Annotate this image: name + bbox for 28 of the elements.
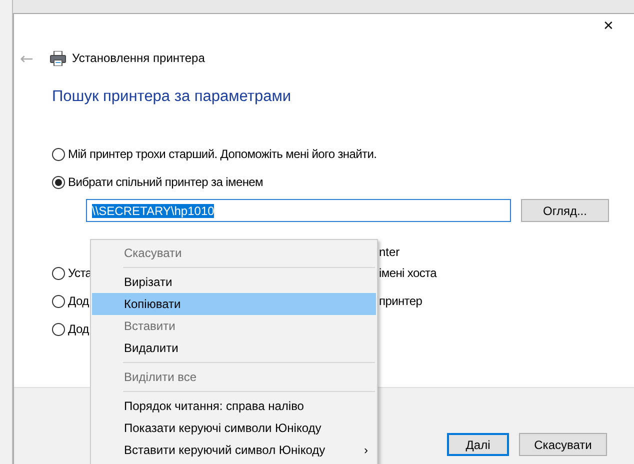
submenu-arrow-icon: › bbox=[364, 439, 368, 461]
menu-item[interactable]: Показати керуючі символи Юнікоду bbox=[92, 417, 376, 439]
option-label[interactable]: Дод bbox=[68, 322, 89, 336]
next-button[interactable]: Далі bbox=[447, 433, 509, 456]
option-label: імені хоста bbox=[379, 266, 436, 280]
menu-item[interactable]: Вставити керуючий символ Юнікоду › bbox=[92, 439, 376, 461]
menu-item[interactable]: Видалити bbox=[92, 337, 376, 359]
window-title: Установлення принтера bbox=[72, 51, 205, 65]
browse-button[interactable]: Огляд... bbox=[521, 199, 609, 222]
printer-icon bbox=[50, 50, 66, 66]
option-label[interactable]: Вибрати спільний принтер за іменем bbox=[68, 175, 263, 189]
page-heading: Пошук принтера за параметрами bbox=[52, 88, 292, 107]
field-value: \\SECRETARY\hp1010 bbox=[92, 204, 214, 218]
radio-button[interactable] bbox=[52, 176, 65, 188]
menu-item[interactable]: Копіювати bbox=[92, 293, 376, 315]
close-button[interactable]: ✕ bbox=[603, 19, 614, 35]
printer-name-field[interactable]: \\SECRETARY\hp1010 bbox=[86, 199, 511, 222]
radio-button[interactable] bbox=[52, 266, 65, 280]
cancel-button[interactable]: Скасувати bbox=[519, 433, 607, 456]
radio-button[interactable] bbox=[52, 294, 65, 308]
radio-button[interactable] bbox=[52, 322, 65, 336]
option-label: принтер bbox=[379, 294, 422, 308]
hint-text: nter bbox=[379, 245, 400, 260]
option-label[interactable]: Дод bbox=[68, 294, 89, 308]
menu-item[interactable]: Вирізати bbox=[92, 271, 376, 293]
menu-item[interactable]: Порядок читання: справа наліво bbox=[92, 395, 376, 417]
radio-button[interactable] bbox=[52, 148, 65, 160]
option-label[interactable]: Мій принтер трохи старший. Допоможіть мені його знайти. bbox=[68, 147, 377, 161]
